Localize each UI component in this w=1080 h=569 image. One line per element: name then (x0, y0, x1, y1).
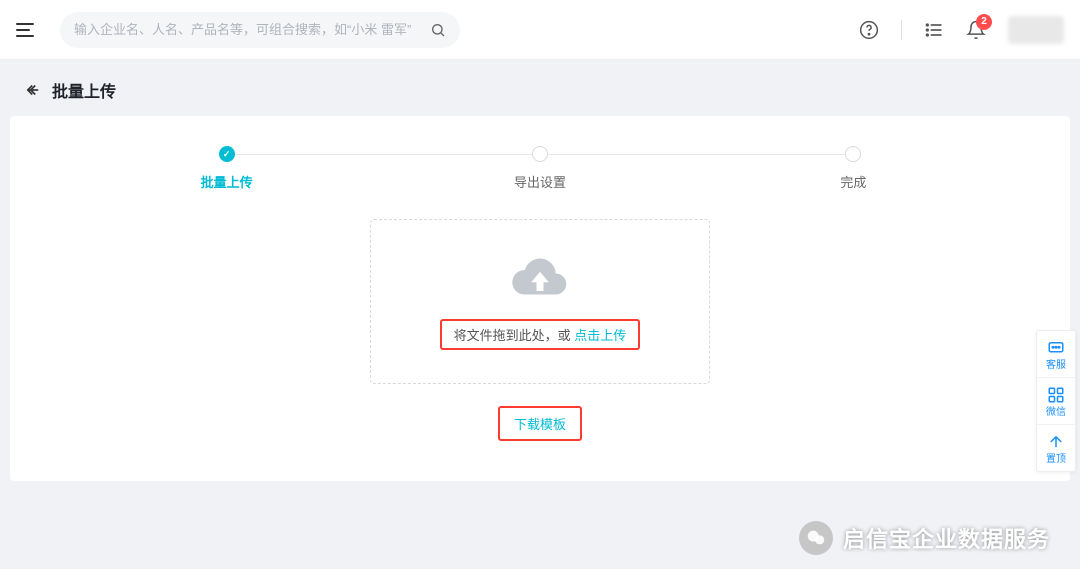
stepper: 批量上传 导出设置 完成 (70, 146, 1010, 191)
watermark: 启信宝企业数据服务 (799, 521, 1050, 555)
download-template-wrap: 下载模板 (70, 406, 1010, 441)
upload-text: 将文件拖到此处，或 点击上传 (440, 319, 641, 350)
upload-click-link[interactable]: 点击上传 (574, 328, 626, 343)
watermark-text: 启信宝企业数据服务 (843, 522, 1050, 554)
step-export-settings[interactable]: 导出设置 (383, 146, 696, 191)
step-dot-icon (845, 146, 861, 162)
float-label: 置顶 (1046, 454, 1066, 465)
notification-badge: 2 (976, 14, 992, 30)
step-dot-icon (219, 146, 235, 162)
step-line (227, 154, 540, 155)
search-bar[interactable] (60, 12, 460, 48)
float-label: 微信 (1046, 407, 1066, 418)
step-label: 导出设置 (514, 172, 566, 191)
search-input[interactable] (74, 22, 430, 37)
floating-sidebar: 客服 微信 置顶 (1036, 330, 1076, 472)
upload-dropzone[interactable]: 将文件拖到此处，或 点击上传 (370, 219, 710, 384)
cloud-upload-icon (512, 254, 568, 305)
step-done[interactable]: 完成 (697, 146, 1010, 191)
page-title: 批量上传 (52, 78, 116, 102)
step-label: 完成 (840, 172, 866, 191)
float-back-to-top[interactable]: 置顶 (1037, 425, 1075, 471)
download-template-button[interactable]: 下载模板 (498, 406, 582, 441)
help-icon[interactable] (859, 20, 879, 40)
menu-toggle-icon[interactable] (16, 18, 40, 42)
main-card: 批量上传 导出设置 完成 将文件拖到此处，或 点击上传 下载模板 (10, 116, 1070, 481)
step-upload[interactable]: 批量上传 (70, 146, 383, 191)
header-right: 2 (859, 16, 1064, 44)
top-header: 2 (0, 0, 1080, 60)
step-dot-icon (532, 146, 548, 162)
notification-bell-icon[interactable]: 2 (966, 20, 986, 40)
divider (901, 20, 902, 40)
back-arrow-icon[interactable] (24, 81, 42, 99)
float-label: 客服 (1046, 360, 1066, 371)
page-title-row: 批量上传 (0, 60, 1080, 116)
user-avatar[interactable] (1008, 16, 1064, 44)
list-icon[interactable] (924, 20, 944, 40)
step-line (540, 154, 853, 155)
float-customer-service[interactable]: 客服 (1037, 331, 1075, 378)
float-wechat[interactable]: 微信 (1037, 378, 1075, 425)
search-icon[interactable] (430, 22, 446, 38)
upload-prefix: 将文件拖到此处，或 (454, 328, 575, 343)
wechat-logo-icon (799, 521, 833, 555)
step-label: 批量上传 (201, 172, 253, 191)
